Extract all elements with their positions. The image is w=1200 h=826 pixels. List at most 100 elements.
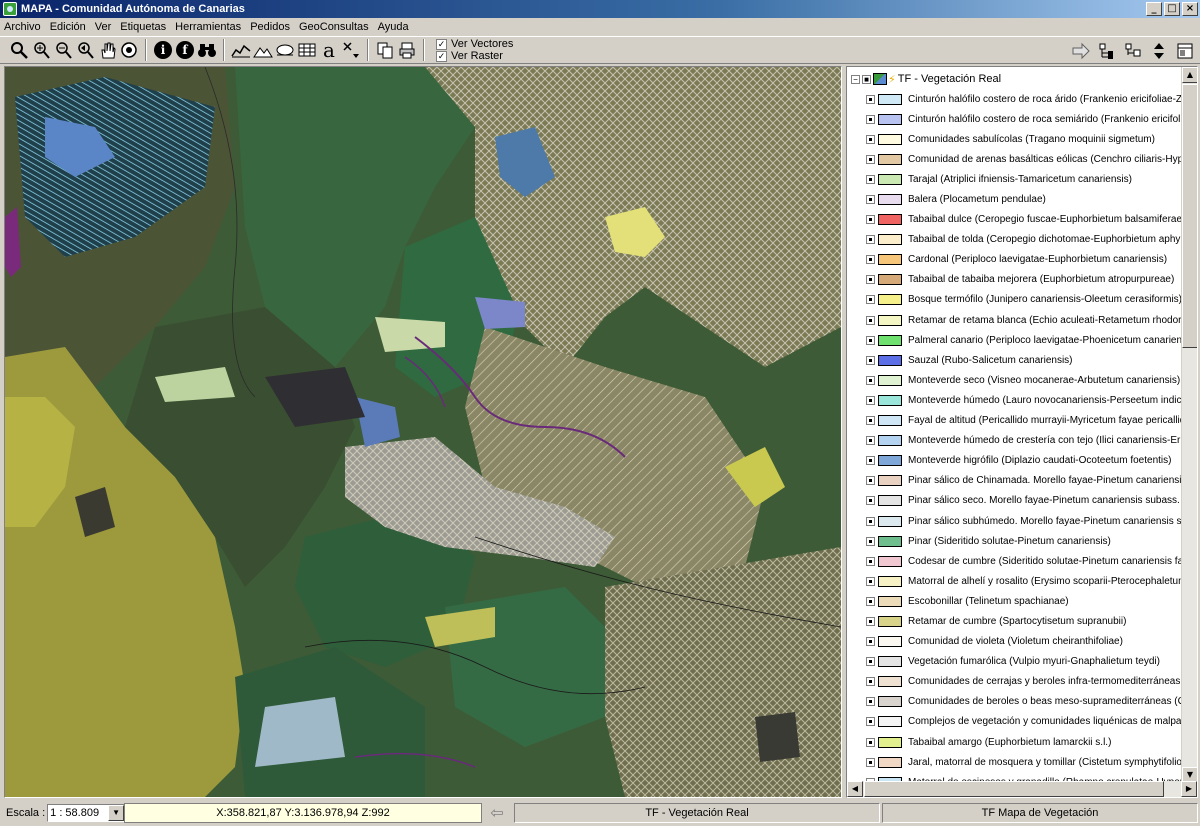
legend-item-checkbox[interactable] — [866, 416, 875, 426]
layer-checkbox[interactable]: ■ — [862, 74, 871, 84]
chevron-down-icon[interactable]: ▼ — [108, 805, 125, 821]
legend-item-checkbox[interactable] — [866, 677, 875, 687]
legend-item[interactable]: Retamar de cumbre (Spartocytisetum supra… — [866, 611, 1182, 631]
scroll-right-icon[interactable]: ▶ — [1181, 781, 1197, 797]
scale-select[interactable]: 1 : 58.809 ▼ — [47, 804, 126, 822]
legend-item-checkbox[interactable] — [866, 235, 875, 245]
legend-item-checkbox[interactable] — [866, 737, 875, 747]
legend-item[interactable]: Escobonillar (Telinetum spachianae) — [866, 591, 1182, 611]
legend-item[interactable]: Monteverde húmedo de crestería con tejo … — [866, 431, 1197, 451]
legend-item-checkbox[interactable] — [866, 195, 875, 205]
legend-item-checkbox[interactable] — [866, 335, 875, 345]
ver-raster-checkbox[interactable]: ✓ Ver Raster — [436, 50, 513, 62]
print-icon[interactable] — [396, 39, 418, 61]
zoom-icon[interactable] — [8, 39, 30, 61]
legend-item-checkbox[interactable] — [866, 496, 875, 506]
arrow-right-icon[interactable] — [1070, 40, 1092, 62]
legend-item[interactable]: Bosque termófilo (Junipero canariensis-O… — [866, 290, 1182, 310]
zoom-out-icon[interactable] — [52, 39, 74, 61]
legend-item-checkbox[interactable] — [866, 174, 875, 184]
legend-item[interactable]: Monteverde seco (Visneo mocanerae-Arbute… — [866, 370, 1182, 390]
menu-etiquetas[interactable]: Etiquetas — [120, 21, 166, 33]
legend-item[interactable]: Comunidades de cerrajas y beroles infra-… — [866, 672, 1197, 692]
legend-item[interactable]: Comunidades de beroles o beas meso-supra… — [866, 692, 1197, 712]
scroll-up-icon[interactable]: ▲ — [1182, 67, 1197, 83]
legend-item[interactable]: Sauzal (Rubo-Salicetum canariensis) — [866, 350, 1182, 370]
legend-item-checkbox[interactable] — [866, 536, 875, 546]
legend-item[interactable]: Complejos de vegetación y comunidades li… — [866, 712, 1197, 732]
legend-item[interactable]: Tabaibal dulce (Ceropegio fuscae-Euphorb… — [866, 210, 1185, 230]
legend-item-checkbox[interactable] — [866, 637, 875, 647]
menu-geoconsultas[interactable]: GeoConsultas — [299, 21, 369, 33]
terrain-tool-icon[interactable] — [252, 39, 274, 61]
legend-item[interactable]: Monteverde higrófilo (Diplazio caudati-O… — [866, 451, 1182, 471]
legend-item[interactable]: Jaral, matorral de mosquera y tomillar (… — [866, 752, 1197, 772]
feature-info-icon[interactable]: f — [176, 41, 194, 59]
legend-item[interactable]: Matorral de alhelí y rosalito (Erysimo s… — [866, 571, 1197, 591]
scroll-left-icon[interactable]: ◀ — [847, 781, 863, 797]
legend-item-checkbox[interactable] — [866, 436, 875, 446]
ver-vectores-checkbox[interactable]: ✓ Ver Vectores — [436, 38, 513, 50]
legend-item-checkbox[interactable] — [866, 616, 875, 626]
zoom-in-icon[interactable] — [30, 39, 52, 61]
legend-item-checkbox[interactable] — [866, 556, 875, 566]
info-icon[interactable]: i — [154, 41, 172, 59]
legend-item-checkbox[interactable] — [866, 315, 875, 325]
legend-item-checkbox[interactable] — [866, 657, 875, 667]
menu-ayuda[interactable]: Ayuda — [378, 21, 409, 33]
legend-item-checkbox[interactable] — [866, 275, 875, 285]
copy-icon[interactable] — [374, 39, 396, 61]
legend-root-node[interactable]: − ■ ⚡ TF - Vegetación Real — [851, 71, 1001, 87]
legend-item[interactable]: Tabaibal de tolda (Ceropegio dichotomae-… — [866, 230, 1197, 250]
legend-item[interactable]: Tarajal (Atriplici ifniensis-Tamaricetum… — [866, 169, 1182, 189]
legend-item-checkbox[interactable] — [866, 516, 875, 526]
legend-item[interactable]: Fayal de altitud (Pericallido murrayii-M… — [866, 411, 1197, 431]
menu-pedidos[interactable]: Pedidos — [250, 21, 290, 33]
legend-vertical-scrollbar[interactable]: ▲ ▼ — [1181, 67, 1197, 783]
legend-item[interactable]: Codesar de cumbre (Sideritido solutae-Pi… — [866, 551, 1197, 571]
pan-hand-icon[interactable] — [96, 39, 118, 61]
tree-expand-icon[interactable] — [1096, 40, 1118, 62]
grid-tool-icon[interactable] — [296, 39, 318, 61]
tree-collapse-icon[interactable] — [1122, 40, 1144, 62]
scroll-thumb[interactable] — [1182, 84, 1197, 348]
legend-item[interactable]: Pinar sálico seco. Morello fayae-Pinetum… — [866, 491, 1197, 511]
menu-edicion[interactable]: Edición — [50, 21, 86, 33]
legend-item-checkbox[interactable] — [866, 576, 875, 586]
maximize-button[interactable]: □ — [1164, 2, 1180, 16]
tree-expander-icon[interactable]: − — [851, 74, 860, 84]
legend-item-checkbox[interactable] — [866, 596, 875, 606]
legend-item-checkbox[interactable] — [866, 757, 875, 767]
menu-ver[interactable]: Ver — [95, 21, 112, 33]
measure-tool-icon[interactable] — [340, 39, 362, 61]
legend-item[interactable]: Retamar de retama blanca (Echio aculeati… — [866, 310, 1197, 330]
move-layer-icon[interactable] — [1148, 40, 1170, 62]
legend-item-checkbox[interactable] — [866, 456, 875, 466]
legend-item[interactable]: Pinar sálico subhúmedo. Morello fayae-Pi… — [866, 511, 1197, 531]
layer-properties-icon[interactable] — [1174, 40, 1196, 62]
legend-item[interactable]: Comunidad de violeta (Violetum cheiranth… — [866, 632, 1182, 652]
legend-item-checkbox[interactable] — [866, 476, 875, 486]
layer-tool-icon[interactable] — [274, 39, 296, 61]
arrow-left-icon[interactable]: ⇦ — [486, 804, 508, 822]
profile-tool-icon[interactable] — [230, 39, 252, 61]
legend-item[interactable]: Tabaibal amargo (Euphorbietum lamarckii … — [866, 732, 1182, 752]
legend-item[interactable]: Monteverde húmedo (Lauro novocanariensis… — [866, 390, 1196, 410]
legend-item[interactable]: Cinturón halófilo costero de roca árido … — [866, 89, 1197, 109]
legend-item-checkbox[interactable] — [866, 94, 875, 104]
legend-item-checkbox[interactable] — [866, 375, 875, 385]
legend-item[interactable]: Tabaibal de tabaiba mejorera (Euphorbiet… — [866, 270, 1182, 290]
legend-horizontal-scrollbar[interactable]: ◀ ▶ — [847, 781, 1197, 797]
hscroll-thumb[interactable] — [864, 781, 1164, 797]
legend-item[interactable]: Palmeral canario (Periploco laevigatae-P… — [866, 330, 1197, 350]
legend-item[interactable]: Comunidades sabulícolas (Tragano moquini… — [866, 129, 1182, 149]
label-text-icon[interactable]: a — [318, 38, 340, 62]
legend-item[interactable]: Pinar sálico de Chinamada. Morello fayae… — [866, 471, 1197, 491]
legend-item[interactable]: Vegetación fumarólica (Vulpio myuri-Gnap… — [866, 652, 1182, 672]
legend-item-checkbox[interactable] — [866, 717, 875, 727]
legend-item-checkbox[interactable] — [866, 697, 875, 707]
legend-item-checkbox[interactable] — [866, 295, 875, 305]
legend-item-checkbox[interactable] — [866, 215, 875, 225]
legend-item-checkbox[interactable] — [866, 134, 875, 144]
legend-item[interactable]: Balera (Plocametum pendulae) — [866, 189, 1182, 209]
